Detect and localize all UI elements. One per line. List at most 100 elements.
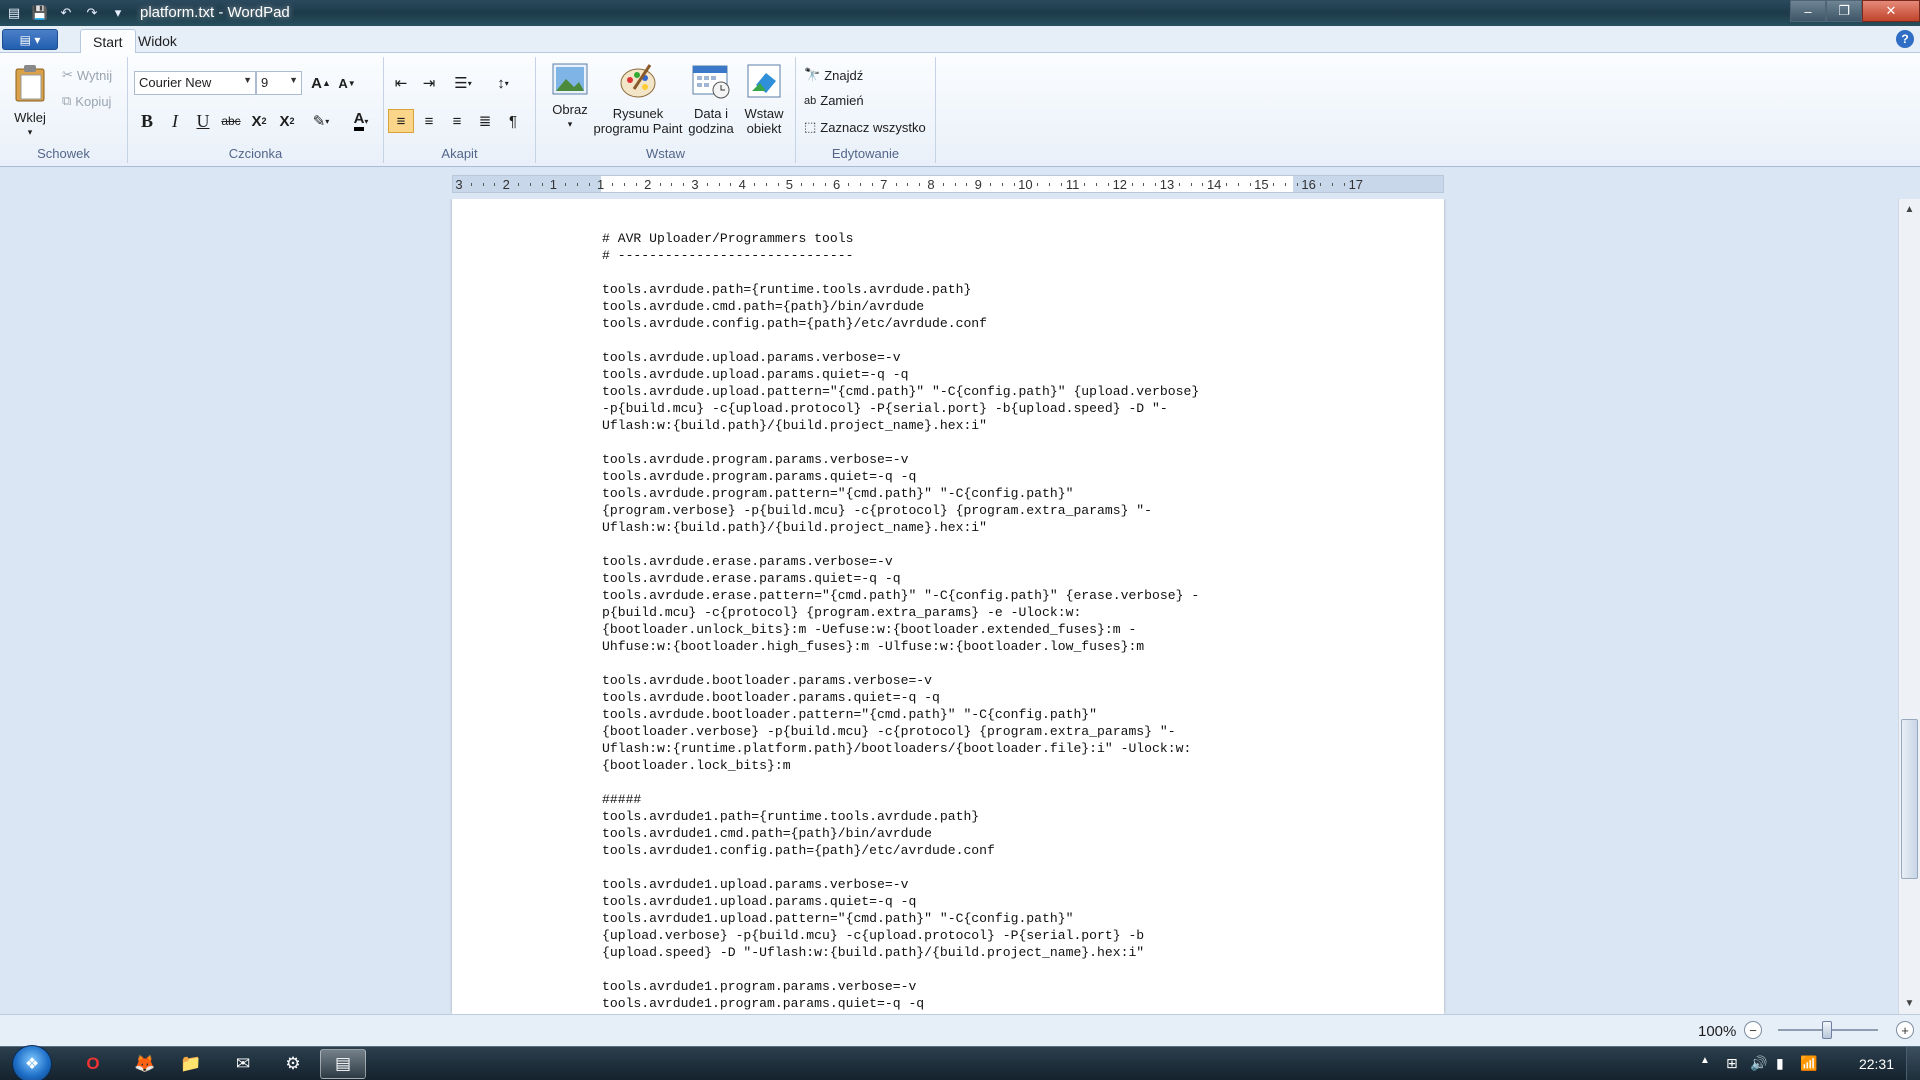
windows-flag-icon[interactable]: ⊞ bbox=[1726, 1055, 1738, 1072]
strikethrough-button[interactable]: abc bbox=[218, 109, 244, 133]
zoom-out-button[interactable]: − bbox=[1744, 1021, 1762, 1039]
ruler-tick bbox=[1273, 183, 1275, 186]
shrink-font-icon[interactable]: A ▼ bbox=[334, 71, 360, 95]
show-desktop-button[interactable] bbox=[1906, 1047, 1920, 1080]
replace-label: Zamień bbox=[820, 93, 864, 108]
ruler-number: 10 bbox=[1018, 177, 1033, 192]
thunderbird-icon[interactable]: ✉ bbox=[220, 1049, 266, 1079]
redo-icon[interactable]: ↷ bbox=[82, 3, 102, 23]
font-size-select[interactable]: 9 ▼ bbox=[256, 71, 302, 95]
tab-view[interactable]: Widok bbox=[126, 29, 189, 53]
ruler-tick bbox=[683, 183, 685, 186]
find-button[interactable]: 🔭 Znajdź bbox=[804, 67, 863, 83]
start-button[interactable]: ❖ bbox=[12, 1045, 52, 1080]
paste-button[interactable]: Wklej ▾ bbox=[8, 63, 52, 140]
opera-icon[interactable]: O bbox=[70, 1049, 116, 1079]
folder-icon[interactable]: 📁 bbox=[168, 1049, 214, 1079]
minimize-button[interactable]: – bbox=[1790, 0, 1826, 22]
document-text[interactable]: # AVR Uploader/Programmers tools # -----… bbox=[602, 230, 1199, 1012]
ruler-tick bbox=[860, 183, 862, 186]
superscript-button[interactable]: X2 bbox=[274, 109, 300, 133]
subscript-button[interactable]: X2 bbox=[246, 109, 272, 133]
ruler-tick bbox=[895, 183, 897, 186]
ruler-number: 6 bbox=[832, 177, 841, 192]
font-family-select[interactable]: Courier New ▼ bbox=[134, 71, 256, 95]
cut-label: Wytnij bbox=[76, 67, 113, 83]
align-left-icon[interactable]: ≡ bbox=[388, 109, 414, 133]
clock[interactable]: 22:31 bbox=[1859, 1056, 1894, 1072]
ruler-tick bbox=[1190, 183, 1192, 186]
align-right-icon[interactable]: ≡ bbox=[444, 109, 470, 133]
increase-indent-icon[interactable]: ⇥ bbox=[416, 71, 442, 95]
editing-group-label: Edytowanie bbox=[831, 146, 900, 161]
list-icon[interactable]: ☰ ▾ bbox=[444, 71, 482, 95]
font-color-button[interactable]: A ▾ bbox=[342, 109, 380, 133]
insert-object-button[interactable]: Wstaw obiekt bbox=[738, 63, 790, 136]
ruler-number: 12 bbox=[1112, 177, 1128, 192]
wordpad-app-icon[interactable]: ▤ bbox=[4, 3, 24, 23]
insert-paint-button[interactable]: Rysunek programu Paint bbox=[590, 63, 686, 136]
select-all-button[interactable]: ⬚ Zaznacz wszystko bbox=[804, 119, 926, 135]
scroll-up-icon[interactable]: ▲ bbox=[1901, 201, 1918, 218]
tool-icon[interactable]: ⚙ bbox=[270, 1049, 316, 1079]
justify-icon[interactable]: ≣ bbox=[472, 109, 498, 133]
italic-button[interactable]: I bbox=[162, 109, 188, 133]
ruler-tick bbox=[1320, 183, 1322, 186]
cut-button[interactable]: ✂ Wytnij bbox=[62, 67, 112, 83]
decrease-indent-icon[interactable]: ⇤ bbox=[388, 71, 414, 95]
highlight-color-button[interactable]: ✎ ▾ bbox=[302, 109, 340, 133]
app-menu-button[interactable]: ▤ ▾ bbox=[2, 29, 58, 50]
ruler-tick bbox=[624, 183, 626, 186]
volume-icon[interactable]: 🔊 bbox=[1750, 1055, 1767, 1072]
copy-button[interactable]: ⧉ Kopiuj bbox=[62, 93, 111, 109]
ruler-number: 14 bbox=[1206, 177, 1222, 192]
scroll-down-icon[interactable]: ▼ bbox=[1901, 995, 1918, 1012]
insert-group: Obraz ▾ Rysunek programu Paint Data i go… bbox=[536, 57, 796, 163]
ruler-tick bbox=[1096, 183, 1098, 186]
tray-expand-icon[interactable]: ▲ bbox=[1700, 1055, 1710, 1066]
document-page[interactable]: # AVR Uploader/Programmers tools # -----… bbox=[452, 199, 1444, 1014]
ruler-number: 13 bbox=[1159, 177, 1175, 192]
help-icon[interactable]: ? bbox=[1896, 30, 1914, 48]
maximize-button[interactable]: ❐ bbox=[1826, 0, 1862, 22]
zoom-in-button[interactable]: + bbox=[1896, 1021, 1914, 1039]
chevron-down-icon: ▼ bbox=[243, 75, 252, 85]
highlighter-icon: ✎ bbox=[312, 113, 326, 130]
battery-icon[interactable]: ▮ bbox=[1776, 1055, 1784, 1072]
save-icon[interactable]: 💾 bbox=[30, 3, 50, 23]
close-button[interactable]: ✕ bbox=[1862, 0, 1920, 22]
ruler-tick bbox=[872, 183, 873, 186]
customize-icon[interactable]: ▾ bbox=[108, 3, 128, 23]
font-group: Courier New ▼ 9 ▼ A ▲ A ▼ B I U abc X2 X2 ✎ ▾… bbox=[128, 57, 384, 163]
zoom-slider-thumb[interactable] bbox=[1822, 1021, 1832, 1039]
fox-icon[interactable]: 🦊 bbox=[122, 1049, 168, 1079]
wordpad-icon[interactable]: ▤ bbox=[320, 1049, 366, 1079]
underline-button[interactable]: U bbox=[190, 109, 216, 133]
ruler-tick bbox=[1226, 183, 1227, 186]
ruler-tick bbox=[907, 183, 909, 186]
vertical-scrollbar[interactable]: ▲ ▼ bbox=[1898, 199, 1920, 1014]
paragraph-icon[interactable]: ¶ bbox=[500, 109, 526, 133]
signal-icon[interactable]: 📶 bbox=[1800, 1055, 1817, 1072]
ruler[interactable]: 3 2 1 1 2 3 4 5 6 7 8 9 10 11 12 13 14 15 16 17 bbox=[452, 175, 1444, 193]
ruler-bar: 3 2 1 1 2 3 4 5 6 7 8 9 10 11 12 13 14 15 16 17 bbox=[0, 167, 1920, 199]
ruler-tick bbox=[1178, 183, 1180, 186]
ruler-tick bbox=[966, 183, 968, 186]
align-center-icon[interactable]: ≡ bbox=[416, 109, 442, 133]
ruler-tick bbox=[1143, 183, 1145, 186]
replace-button[interactable]: ab Zamień bbox=[804, 93, 864, 108]
line-spacing-icon[interactable]: ↕ ▾ bbox=[484, 71, 522, 95]
ruler-tick bbox=[1285, 183, 1286, 186]
ruler-tick bbox=[813, 183, 814, 186]
ruler-number: 2 bbox=[502, 177, 510, 192]
bold-button[interactable]: B bbox=[134, 109, 160, 133]
scrollbar-thumb[interactable] bbox=[1901, 719, 1918, 879]
binoculars-icon: 🔭 bbox=[804, 67, 821, 82]
status-bar: 100% − + bbox=[0, 1014, 1920, 1046]
undo-icon[interactable]: ↶ bbox=[56, 3, 76, 23]
insert-datetime-button[interactable]: Data i godzina bbox=[684, 63, 738, 136]
grow-font-icon[interactable]: A ▲ bbox=[308, 71, 334, 95]
chevron-down-icon: ▾ bbox=[325, 116, 330, 126]
ruler-tick bbox=[671, 183, 673, 186]
font-color-icon: A bbox=[353, 111, 365, 131]
